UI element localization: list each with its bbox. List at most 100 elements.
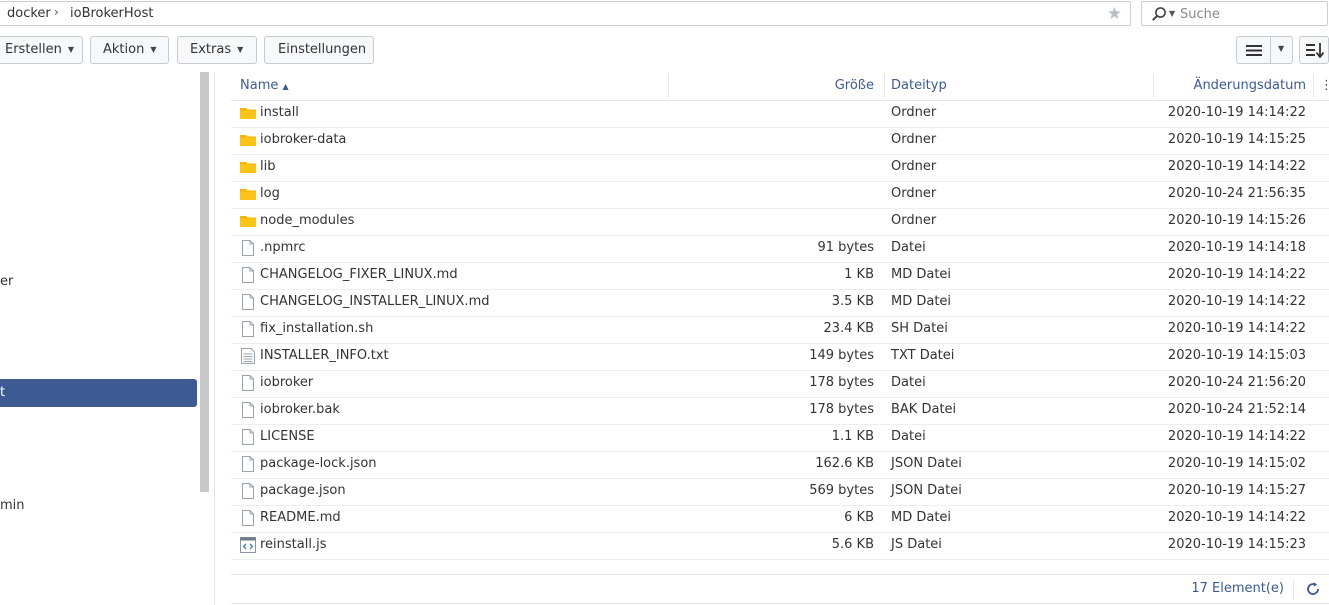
- sidebar-item-label[interactable]: min: [0, 498, 25, 513]
- column-header-date[interactable]: Änderungsdatum: [1166, 78, 1306, 93]
- search-icon[interactable]: [1151, 6, 1167, 22]
- file-modified-date: 2020-10-19 14:14:22: [1167, 510, 1306, 525]
- file-size: 569 bytes: [809, 483, 874, 498]
- table-row[interactable]: README.md 6 KB MD Datei 2020-10-19 14:14:22: [231, 505, 1329, 533]
- chevron-down-icon[interactable]: ▼: [1169, 9, 1175, 18]
- folder-icon: [240, 159, 256, 175]
- file-name: CHANGELOG_FIXER_LINUX.md: [260, 267, 458, 282]
- table-row[interactable]: LICENSE 1.1 KB Datei 2020-10-19 14:14:22: [231, 424, 1329, 452]
- file-size: 162.6 KB: [815, 456, 874, 471]
- file-modified-date: 2020-10-24 21:52:14: [1167, 402, 1306, 417]
- sidebar-item-active[interactable]: t: [0, 379, 197, 407]
- file-type: MD Datei: [891, 294, 952, 309]
- chevron-down-icon: ▼: [150, 45, 157, 54]
- column-divider[interactable]: [884, 74, 885, 98]
- table-row[interactable]: iobroker.bak 178 bytes BAK Datei 2020-10-24…: [231, 397, 1329, 425]
- file-modified-date: 2020-10-19 14:14:22: [1167, 105, 1306, 120]
- address-bar[interactable]: docker › ioBrokerHost ★: [0, 1, 1131, 26]
- table-row[interactable]: reinstall.js 5.6 KB JS Datei 2020-10-19 14:…: [231, 532, 1329, 560]
- table-row[interactable]: CHANGELOG_FIXER_LINUX.md 1 KB MD Datei 2020…: [231, 262, 1329, 290]
- breadcrumb-segment[interactable]: docker: [7, 6, 51, 21]
- sidebar-item-label[interactable]: er: [0, 274, 13, 289]
- file-size: 3.5 KB: [831, 294, 874, 309]
- file-name: CHANGELOG_INSTALLER_LINUX.md: [260, 294, 490, 309]
- file-modified-date: 2020-10-19 14:15:03: [1167, 348, 1306, 363]
- table-row[interactable]: package.json 569 bytes JSON Datei 2020-10-1…: [231, 478, 1329, 506]
- file-icon: [240, 456, 256, 472]
- sort-button[interactable]: [1299, 36, 1329, 64]
- action-button[interactable]: Aktion ▼: [90, 36, 169, 64]
- file-size: 5.6 KB: [831, 537, 874, 552]
- table-row[interactable]: lib Ordner 2020-10-19 14:14:22: [231, 154, 1329, 182]
- column-divider[interactable]: [668, 74, 669, 98]
- table-row[interactable]: iobroker-data Ordner 2020-10-19 14:15:25: [231, 127, 1329, 155]
- column-header-type[interactable]: Dateityp: [891, 78, 947, 93]
- file-name: iobroker-data: [260, 132, 347, 147]
- file-type: JS Datei: [891, 537, 942, 552]
- file-icon: [240, 429, 256, 445]
- footer-divider: [1293, 579, 1294, 599]
- table-row[interactable]: .npmrc 91 bytes Datei 2020-10-19 14:14:18: [231, 235, 1329, 263]
- create-button[interactable]: Erstellen ▼: [0, 36, 83, 64]
- star-icon[interactable]: ★: [1107, 4, 1122, 24]
- table-row[interactable]: iobroker 178 bytes Datei 2020-10-24 21:56:2…: [231, 370, 1329, 398]
- breadcrumb-segment[interactable]: ioBrokerHost: [70, 6, 154, 21]
- column-header-size[interactable]: Größe: [824, 78, 874, 93]
- file-modified-date: 2020-10-19 14:14:22: [1167, 321, 1306, 336]
- file-modified-date: 2020-10-19 14:14:22: [1167, 429, 1306, 444]
- file-modified-date: 2020-10-19 14:15:23: [1167, 537, 1306, 552]
- action-button-label: Aktion: [103, 42, 145, 57]
- view-mode-dropdown[interactable]: ▼: [1270, 36, 1293, 64]
- settings-button[interactable]: Einstellungen: [264, 36, 374, 64]
- file-size: 1.1 KB: [831, 429, 874, 444]
- column-options-icon[interactable]: ⋮: [1320, 78, 1329, 93]
- file-name: lib: [260, 159, 276, 174]
- column-divider[interactable]: [1313, 74, 1314, 98]
- file-name: package-lock.json: [260, 456, 377, 471]
- folder-icon: [240, 105, 256, 121]
- table-row[interactable]: CHANGELOG_INSTALLER_LINUX.md 3.5 KB MD Dat…: [231, 289, 1329, 317]
- file-modified-date: 2020-10-19 14:14:18: [1167, 240, 1306, 255]
- folder-icon: [240, 132, 256, 148]
- extras-button-label: Extras: [190, 42, 232, 57]
- code-file-icon: [240, 537, 256, 553]
- chevron-down-icon: ▼: [237, 45, 244, 54]
- table-row[interactable]: INSTALLER_INFO.txt 149 bytes TXT Datei 2020…: [231, 343, 1329, 371]
- file-type: Ordner: [891, 159, 937, 174]
- file-icon: [240, 483, 256, 499]
- sidebar-item-label: t: [0, 385, 6, 400]
- table-row[interactable]: package-lock.json 162.6 KB JSON Datei 2020-…: [231, 451, 1329, 479]
- chevron-down-icon: ▼: [1278, 44, 1285, 53]
- file-icon: [240, 294, 256, 310]
- table-row[interactable]: log Ordner 2020-10-24 21:56:35: [231, 181, 1329, 209]
- table-row[interactable]: fix_installation.sh 23.4 KB SH Datei 2020-1…: [231, 316, 1329, 344]
- file-type: Ordner: [891, 132, 937, 147]
- refresh-icon[interactable]: [1305, 581, 1321, 597]
- item-count: 17 Element(e): [1191, 581, 1284, 596]
- file-type: TXT Datei: [891, 348, 955, 363]
- table-row[interactable]: install Ordner 2020-10-19 14:14:22: [231, 100, 1329, 128]
- file-name: package.json: [260, 483, 346, 498]
- column-divider[interactable]: [1153, 74, 1154, 98]
- file-type: Datei: [891, 375, 926, 390]
- sidebar: er t min: [0, 72, 215, 605]
- file-modified-date: 2020-10-19 14:14:22: [1167, 294, 1306, 309]
- file-name: iobroker: [260, 375, 314, 390]
- sidebar-scrollbar[interactable]: [200, 72, 209, 492]
- file-type: SH Datei: [891, 321, 948, 336]
- file-icon: [240, 321, 256, 337]
- file-icon: [240, 510, 256, 526]
- file-icon: [240, 402, 256, 418]
- table-row[interactable]: node_modules Ordner 2020-10-19 14:15:26: [231, 208, 1329, 236]
- file-icon: [240, 240, 256, 256]
- create-button-label: Erstellen: [5, 42, 62, 57]
- file-name: node_modules: [260, 213, 355, 228]
- search-input[interactable]: ▼ Suche: [1141, 1, 1328, 26]
- file-name: LICENSE: [260, 429, 315, 444]
- text-file-icon: [240, 348, 256, 364]
- list-icon: [1246, 45, 1262, 56]
- column-header-name[interactable]: Name ▲: [240, 78, 289, 93]
- extras-button[interactable]: Extras ▼: [177, 36, 257, 64]
- list-view-button[interactable]: [1236, 36, 1271, 64]
- file-name: iobroker.bak: [260, 402, 340, 417]
